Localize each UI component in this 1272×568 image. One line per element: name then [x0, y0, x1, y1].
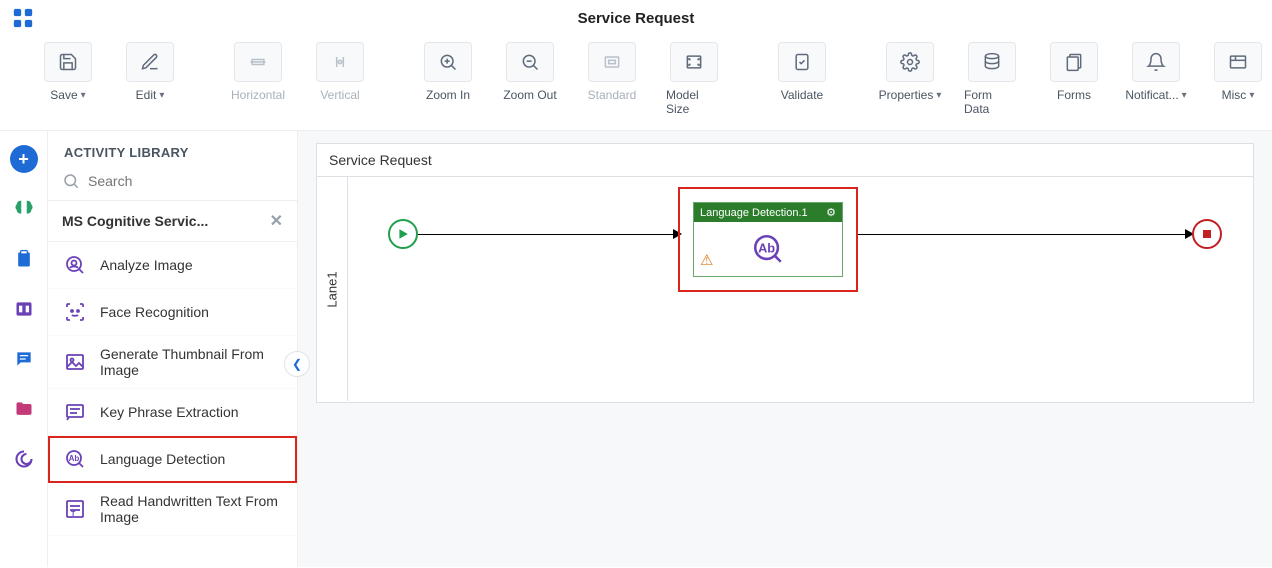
sequence-flow[interactable]	[418, 234, 678, 235]
zoom-out-button[interactable]: Zoom Out	[502, 42, 558, 102]
close-icon[interactable]: ✕	[270, 211, 283, 231]
activity-label: Generate Thumbnail From Image	[100, 346, 283, 378]
chevron-down-icon: ▾	[1182, 90, 1187, 101]
activity-label: Read Handwritten Text From Image	[100, 493, 283, 525]
activity-node[interactable]: Language Detection.1 ⚙ ⚠ Ab	[693, 202, 843, 277]
activity-label: Key Phrase Extraction	[100, 404, 239, 420]
chevron-down-icon: ▾	[1249, 90, 1254, 101]
process-canvas[interactable]: Service Request Lane1 Language Detection…	[316, 143, 1254, 403]
activity-language-detection[interactable]: Ab Language Detection	[48, 436, 297, 483]
svg-text:Ab: Ab	[69, 454, 80, 463]
left-rail: +	[0, 131, 48, 567]
handwritten-icon: T	[62, 496, 88, 522]
align-horizontal-button[interactable]: Horizontal	[230, 42, 286, 102]
svg-text:Ab: Ab	[758, 240, 775, 255]
rail-spiral-icon[interactable]	[10, 445, 38, 473]
lane-header[interactable]: Lane1	[318, 177, 348, 401]
activity-library-sidebar: ACTIVITY LIBRARY MS Cognitive Servic... …	[48, 131, 298, 567]
language-detection-icon: Ab	[62, 446, 88, 472]
sequence-flow[interactable]	[858, 234, 1190, 235]
chevron-down-icon: ▾	[936, 90, 941, 101]
zoom-in-button[interactable]: Zoom In	[420, 42, 476, 102]
thumbnail-icon	[62, 349, 88, 375]
toolbar: Save▾ Edit▾ Horizontal Vertical Zoom In …	[0, 36, 1272, 131]
activity-generate-thumbnail[interactable]: Generate Thumbnail From Image	[48, 336, 297, 389]
rail-folder-icon[interactable]	[10, 395, 38, 423]
edit-button[interactable]: Edit▾	[122, 42, 178, 102]
activity-label: Language Detection	[100, 451, 225, 467]
rail-chat-icon[interactable]	[10, 345, 38, 373]
canvas-title: Service Request	[317, 144, 1253, 177]
apps-icon[interactable]	[12, 7, 34, 29]
notifications-button[interactable]: Notificat...▾	[1128, 42, 1184, 102]
add-button[interactable]: +	[10, 145, 38, 173]
lane-label: Lane1	[325, 271, 340, 307]
search-icon	[62, 172, 80, 190]
zoom-standard-button[interactable]: Standard	[584, 42, 640, 102]
language-detection-icon: Ab	[751, 232, 785, 266]
warning-icon: ⚠	[700, 251, 713, 269]
align-vertical-button[interactable]: Vertical	[312, 42, 368, 102]
properties-button[interactable]: Properties▾	[882, 42, 938, 102]
rail-clipboard-icon[interactable]	[10, 245, 38, 273]
activity-node-selection: Language Detection.1 ⚙ ⚠ Ab	[678, 187, 858, 292]
gear-icon[interactable]: ⚙	[826, 206, 836, 219]
end-event-node[interactable]	[1192, 219, 1222, 249]
sidebar-title: ACTIVITY LIBRARY	[48, 131, 297, 168]
svg-text:T: T	[71, 511, 76, 518]
key-phrase-icon	[62, 399, 88, 425]
analyze-image-icon	[62, 252, 88, 278]
save-button[interactable]: Save▾	[40, 42, 96, 102]
page-title: Service Request	[34, 10, 1238, 27]
forms-button[interactable]: Forms	[1046, 42, 1102, 102]
start-event-node[interactable]	[388, 219, 418, 249]
collapse-sidebar-button[interactable]: ❮	[284, 351, 310, 377]
category-row[interactable]: MS Cognitive Servic... ✕	[48, 201, 297, 242]
activity-read-handwritten[interactable]: T Read Handwritten Text From Image	[48, 483, 297, 536]
rail-columns-icon[interactable]	[10, 295, 38, 323]
activity-face-recognition[interactable]: Face Recognition	[48, 289, 297, 336]
chevron-down-icon: ▾	[81, 90, 86, 101]
form-data-button[interactable]: Form Data	[964, 42, 1020, 116]
activity-label: Analyze Image	[100, 257, 193, 273]
activity-node-label: Language Detection.1	[700, 207, 808, 219]
chevron-down-icon: ▾	[159, 90, 164, 101]
rail-ai-icon[interactable]	[10, 195, 38, 223]
activity-label: Face Recognition	[100, 304, 209, 320]
face-recognition-icon	[62, 299, 88, 325]
search-input[interactable]	[88, 173, 283, 189]
zoom-model-size-button[interactable]: Model Size	[666, 42, 722, 116]
activity-analyze-image[interactable]: Analyze Image	[48, 242, 297, 289]
misc-button[interactable]: Misc▾	[1210, 42, 1266, 102]
category-label: MS Cognitive Servic...	[62, 213, 208, 229]
activity-key-phrase[interactable]: Key Phrase Extraction	[48, 389, 297, 436]
validate-button[interactable]: Validate	[774, 42, 830, 102]
